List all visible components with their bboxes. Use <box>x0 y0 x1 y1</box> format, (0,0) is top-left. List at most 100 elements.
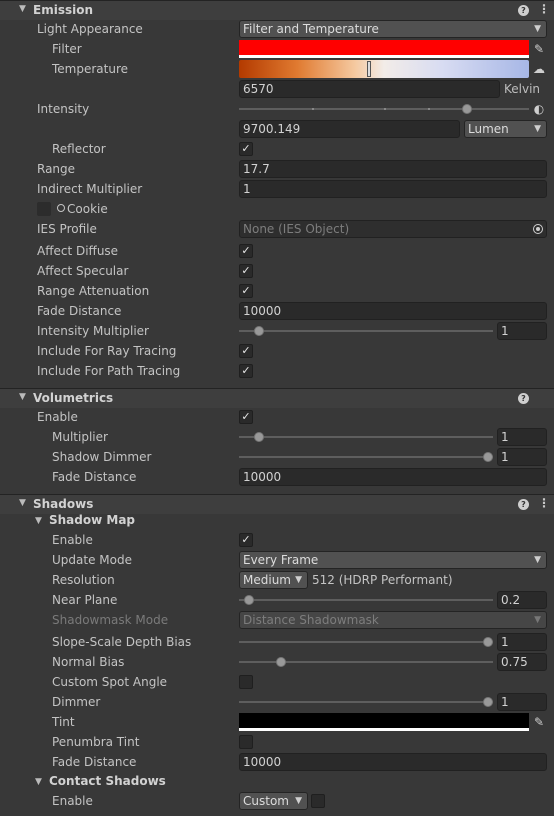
alpha-bar <box>239 728 529 731</box>
shadow-map-enable-checkbox[interactable]: ✓ <box>239 533 253 547</box>
cookie-label: Cookie <box>67 202 108 216</box>
shadow-fade-distance-field[interactable]: 10000 <box>239 753 547 771</box>
multiplier-thumb[interactable] <box>254 432 264 442</box>
volumetrics-fade-distance-field[interactable]: 10000 <box>239 468 547 486</box>
custom-spot-angle-checkbox[interactable] <box>239 675 253 689</box>
near-plane-thumb[interactable] <box>244 595 254 605</box>
indirect-multiplier-field[interactable]: 1 <box>239 180 547 198</box>
filter-color-field[interactable] <box>239 40 529 58</box>
multiplier-field[interactable]: 1 <box>497 428 547 446</box>
affect-specular-checkbox[interactable]: ✓ <box>239 264 253 278</box>
near-plane-track[interactable] <box>239 599 493 601</box>
intensity-tick <box>428 108 430 110</box>
range-label: Range <box>37 162 76 176</box>
ies-profile-label: IES Profile <box>37 222 97 236</box>
penumbra-tint-checkbox[interactable] <box>239 735 253 749</box>
fade-distance-field[interactable]: 10000 <box>239 302 547 320</box>
shadows-header[interactable]: ▼ Shadows ? ⋮ <box>0 494 554 514</box>
include-ray-tracing-label: Include For Ray Tracing <box>37 344 177 358</box>
slope-scale-depth-bias-track[interactable] <box>239 641 493 643</box>
volumetrics-enable-checkbox[interactable]: ✓ <box>239 410 253 424</box>
contact-shadows-title: Contact Shadows <box>49 774 166 788</box>
temperature-preset-icon[interactable]: ☁ <box>531 61 547 77</box>
normal-bias-thumb[interactable] <box>276 657 286 667</box>
normal-bias-field[interactable]: 0.75 <box>497 653 547 671</box>
menu-icon[interactable]: ⋮ <box>538 2 550 16</box>
contact-shadows-quality-dropdown[interactable]: Custom ▼ <box>239 792 308 810</box>
chevron-down-icon: ▼ <box>295 575 302 585</box>
foldout-arrow-icon[interactable]: ▼ <box>19 392 26 402</box>
chevron-down-icon: ▼ <box>534 615 541 625</box>
include-ray-tracing-checkbox[interactable]: ✓ <box>239 344 253 358</box>
range-attenuation-checkbox[interactable]: ✓ <box>239 284 253 298</box>
resolution-note: 512 (HDRP Performant) <box>312 573 453 587</box>
range-field[interactable]: 17.7 <box>239 160 547 178</box>
range-attenuation-label: Range Attenuation <box>37 284 150 298</box>
intensity-multiplier-thumb[interactable] <box>254 326 264 336</box>
object-picker-icon[interactable] <box>533 224 543 234</box>
dimmer-thumb[interactable] <box>483 697 493 707</box>
affect-diffuse-checkbox[interactable]: ✓ <box>239 244 253 258</box>
menu-icon[interactable]: ⋮ <box>538 496 550 510</box>
foldout-arrow-icon[interactable]: ▼ <box>35 516 42 526</box>
temperature-gradient-slider[interactable] <box>239 60 529 78</box>
chevron-down-icon: ▼ <box>534 24 541 34</box>
multiplier-label: Multiplier <box>52 430 108 444</box>
fade-distance-label: Fade Distance <box>37 304 122 318</box>
intensity-tick <box>384 108 386 110</box>
eyedropper-icon[interactable]: ✎ <box>531 41 547 57</box>
contact-shadows-enable-label: Enable <box>52 794 93 808</box>
resolution-value: Medium <box>243 573 291 587</box>
tint-color-field[interactable] <box>239 713 529 731</box>
intensity-slider-thumb[interactable] <box>462 104 472 114</box>
help-icon[interactable]: ? <box>518 5 529 16</box>
slope-scale-depth-bias-thumb[interactable] <box>483 637 493 647</box>
shadow-map-title: Shadow Map <box>49 513 136 527</box>
include-path-tracing-label: Include For Path Tracing <box>37 364 181 378</box>
intensity-unit-dropdown[interactable]: Lumen ▼ <box>464 120 547 138</box>
contact-shadows-enable-checkbox[interactable] <box>311 794 325 808</box>
foldout-arrow-icon[interactable]: ▼ <box>19 4 26 14</box>
help-icon[interactable]: ? <box>518 499 529 510</box>
intensity-field[interactable]: 9700.149 <box>239 120 460 138</box>
resolution-label: Resolution <box>52 573 115 587</box>
light-appearance-dropdown[interactable]: Filter and Temperature ▼ <box>239 20 547 38</box>
near-plane-field[interactable]: 0.2 <box>497 591 547 609</box>
help-icon[interactable]: ? <box>518 393 529 404</box>
normal-bias-label: Normal Bias <box>52 655 125 669</box>
dimmer-field[interactable]: 1 <box>497 693 547 711</box>
intensity-multiplier-track[interactable] <box>239 330 493 332</box>
shadow-dimmer-field[interactable]: 1 <box>497 448 547 466</box>
ies-profile-field[interactable]: None (IES Object) <box>239 220 547 238</box>
foldout-arrow-icon[interactable]: ▼ <box>19 498 26 508</box>
multiplier-track[interactable] <box>239 436 493 438</box>
near-plane-label: Near Plane <box>52 593 118 607</box>
update-mode-dropdown[interactable]: Every Frame ▼ <box>239 551 547 569</box>
temperature-slider-handle[interactable] <box>367 61 371 77</box>
update-mode-label: Update Mode <box>52 553 132 567</box>
shadow-dimmer-track[interactable] <box>239 456 493 458</box>
cookie-thumbnail[interactable] <box>37 202 51 216</box>
tint-label: Tint <box>52 715 75 729</box>
contact-shadows-quality-value: Custom <box>243 794 289 808</box>
shadowmask-mode-value: Distance Shadowmask <box>243 613 379 627</box>
shadows-title: Shadows <box>33 497 94 511</box>
shadow-dimmer-thumb[interactable] <box>483 452 493 462</box>
reflector-checkbox[interactable]: ✓ <box>239 142 253 156</box>
intensity-tick <box>312 108 314 110</box>
affect-specular-label: Affect Specular <box>37 264 129 278</box>
volumetrics-header[interactable]: ▼ Volumetrics ? <box>0 388 554 408</box>
dimmer-track[interactable] <box>239 701 493 703</box>
resolution-dropdown[interactable]: Medium ▼ <box>239 571 308 589</box>
slope-scale-depth-bias-field[interactable]: 1 <box>497 633 547 651</box>
chevron-down-icon: ▼ <box>295 796 302 806</box>
object-picker-icon[interactable] <box>57 204 65 212</box>
intensity-multiplier-field[interactable]: 1 <box>497 322 547 340</box>
volumetrics-fade-distance-label: Fade Distance <box>52 470 137 484</box>
foldout-arrow-icon[interactable]: ▼ <box>35 777 42 787</box>
emission-header[interactable]: ▼ Emission ? ⋮ <box>0 0 554 20</box>
eyedropper-icon[interactable]: ✎ <box>531 714 547 730</box>
slope-scale-depth-bias-label: Slope-Scale Depth Bias <box>52 635 192 649</box>
temperature-field[interactable]: 6570 <box>239 80 500 98</box>
include-path-tracing-checkbox[interactable]: ✓ <box>239 364 253 378</box>
